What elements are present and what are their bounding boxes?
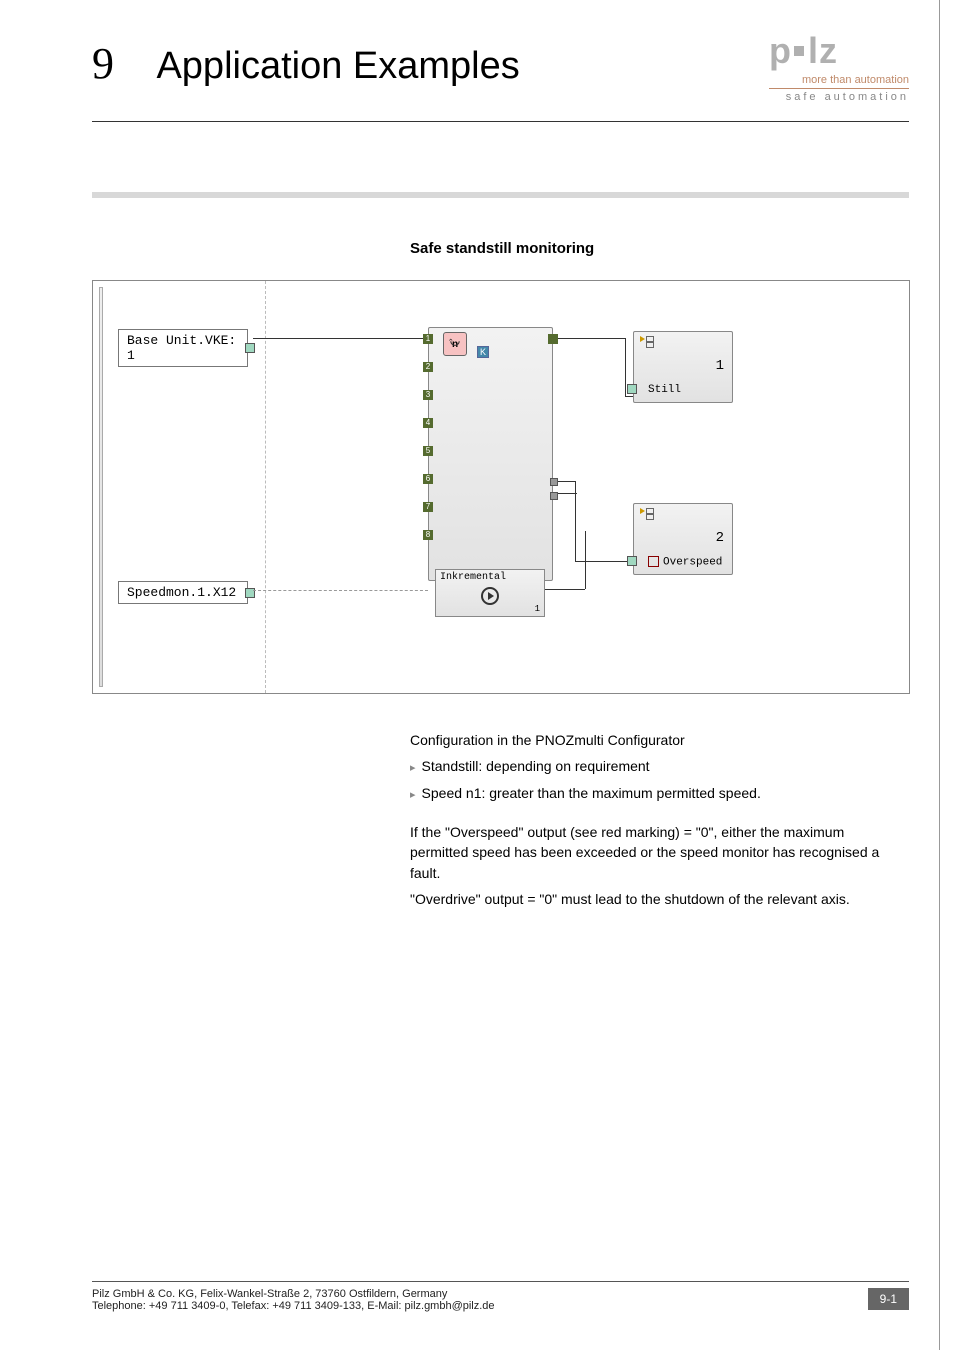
port-speedmon: Speedmon.1.X12: [118, 581, 248, 604]
logo-tagline-2: safe automation: [769, 91, 909, 103]
port-speedmon-label: Speedmon.1.X12: [127, 585, 236, 600]
output-still-num: 1: [716, 358, 724, 374]
page-header: 9 Application Examples plz more than aut…: [92, 38, 909, 122]
pin-left-8: 8: [423, 530, 433, 540]
pin-left-1: 1: [423, 334, 433, 344]
brand-logo: plz more than automation safe automation: [769, 30, 909, 103]
pin-left-5: 5: [423, 446, 433, 456]
pin-left-4: 4: [423, 418, 433, 428]
logo-word: plz: [769, 30, 909, 72]
output-icon: [640, 508, 662, 528]
pin-right-top: [548, 334, 558, 344]
k-marker-icon: K: [477, 346, 489, 358]
footer-address: Pilz GmbH & Co. KG, Felix-Wankel-Straße …: [92, 1288, 495, 1300]
bullet-speed: Speed n1: greater than the maximum permi…: [410, 783, 900, 804]
speed-monitor-block: n K 1 2 3 4 5 6 7 8: [428, 327, 553, 581]
inkremental-label: Inkremental: [440, 572, 506, 583]
pin-out-b: [550, 492, 558, 500]
para-overspeed: If the "Overspeed" output (see red marki…: [410, 822, 900, 883]
output-overspeed-label: Overspeed: [648, 556, 722, 568]
port-base-unit: Base Unit.VKE: 1: [118, 329, 248, 367]
output-still-label: Still: [648, 384, 681, 396]
configurator-diagram: Base Unit.VKE: 1 Speedmon.1.X12 n: [92, 280, 910, 694]
page-number: 9-1: [868, 1288, 909, 1310]
logo-tagline-1: more than automation: [769, 74, 909, 89]
inkremental-corner: 1: [535, 604, 540, 614]
chapter-number: 9: [92, 39, 114, 88]
port-base-unit-label: Base Unit.VKE: 1: [127, 333, 239, 363]
play-icon: [481, 587, 499, 605]
output-overspeed-num: 2: [716, 530, 724, 546]
pin-left-7: 7: [423, 502, 433, 512]
pin-left-2: 2: [423, 362, 433, 372]
output-block-still: 1 Still: [633, 331, 733, 403]
chapter-title: Application Examples: [156, 45, 519, 87]
section-heading: Safe standstill monitoring: [410, 240, 594, 257]
body-text: Configuration in the PNOZmulti Configura…: [410, 730, 900, 915]
footer-contact: Telephone: +49 711 3409-0, Telefax: +49 …: [92, 1300, 495, 1312]
output-icon: [640, 336, 662, 356]
pin-left-3: 3: [423, 390, 433, 400]
intro-line: Configuration in the PNOZmulti Configura…: [410, 730, 900, 750]
speed-icon: n: [443, 332, 467, 356]
divider-rule: [92, 192, 909, 198]
output-block-overspeed: 2 Overspeed: [633, 503, 733, 575]
pin-left-6: 6: [423, 474, 433, 484]
bullet-standstill: Standstill: depending on requirement: [410, 756, 900, 777]
pin-out-a: [550, 478, 558, 486]
para-overdrive: "Overdrive" output = "0" must lead to th…: [410, 889, 900, 909]
inkremental-block: Inkremental 1: [435, 569, 545, 617]
page-footer: Pilz GmbH & Co. KG, Felix-Wankel-Straße …: [92, 1281, 909, 1312]
